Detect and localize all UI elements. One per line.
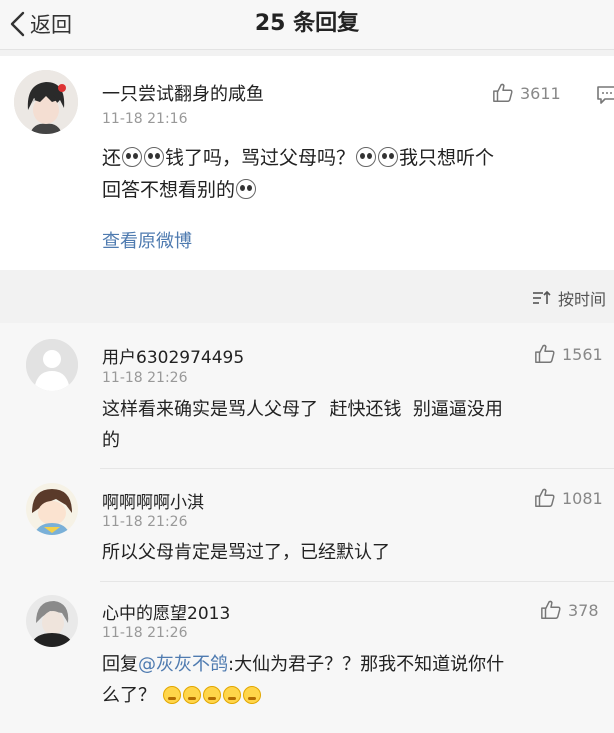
emoji-icon — [144, 147, 165, 167]
like-button[interactable]: 1081 — [534, 487, 603, 509]
timestamp: 11-18 21:26 — [102, 370, 188, 386]
emoji-icon — [162, 686, 181, 704]
like-count: 1561 — [562, 344, 603, 364]
mention-link[interactable]: @灰灰不鸽 — [138, 654, 228, 675]
text-part: 还 — [102, 147, 122, 169]
avatar[interactable] — [26, 595, 78, 647]
thumbs-up-icon — [493, 83, 513, 102]
emoji-icon — [222, 686, 241, 704]
emoji-icon — [202, 686, 221, 704]
username[interactable]: 用户6302974495 — [102, 343, 244, 368]
avatar[interactable] — [14, 70, 78, 134]
text-part: 回答不想看别的 — [102, 179, 236, 201]
divider — [100, 468, 614, 469]
username[interactable]: 一只尝试翻身的咸鱼 — [102, 80, 264, 106]
avatar[interactable] — [26, 339, 78, 391]
emoji-icon — [236, 179, 257, 199]
thumbs-up-icon — [541, 600, 561, 619]
text-part: 我只想听个 — [399, 147, 495, 169]
username[interactable]: 啊啊啊啊小淇 — [102, 488, 204, 513]
reply-text: 回复@灰灰不鸽:大仙为君子？？那我不知道说你什 么了？ — [102, 649, 602, 711]
page-title: 25 条回复 — [254, 11, 360, 36]
like-count: 3611 — [520, 83, 561, 103]
reply-list: 用户6302974495 11-18 21:26 1561 这样看来确实是骂人父… — [0, 323, 614, 733]
emoji-icon — [122, 147, 143, 167]
like-button[interactable]: 378 — [540, 599, 599, 621]
sort-label: 按时间 — [557, 290, 606, 309]
like-count: 378 — [568, 600, 599, 620]
emoji-icon — [378, 147, 399, 167]
timestamp: 11-18 21:26 — [102, 625, 188, 641]
username[interactable]: 心中的愿望2013 — [102, 599, 230, 624]
sort-icon — [532, 290, 551, 304]
text-line: 这样看来确实是骂人父母了 赶快还钱 别逼逼没用 — [102, 399, 503, 420]
emoji-icon — [356, 147, 377, 167]
comment-icon[interactable] — [596, 85, 614, 105]
nav-bar: 返回 25 条回复 — [0, 0, 614, 50]
text-line: :大仙为君子？？那我不知道说你什 — [228, 654, 505, 675]
view-original-link[interactable]: 查看原微博 — [102, 227, 192, 253]
reply-text: 所以父母肯定是骂过了，已经默认了 — [102, 537, 602, 568]
reply-prefix: 回复 — [102, 654, 138, 675]
main-comment-card: 一只尝试翻身的咸鱼 11-18 21:16 3611 还 钱了吗，骂过父母吗？ 我只… — [0, 56, 614, 270]
emoji-icon — [242, 686, 261, 704]
thumbs-up-icon — [535, 344, 555, 363]
text-line: 所以父母肯定是骂过了，已经默认了 — [102, 542, 390, 563]
like-button[interactable]: 3611 — [492, 82, 561, 104]
timestamp: 11-18 21:16 — [102, 111, 188, 127]
text-line: 么了？ — [102, 685, 156, 706]
emoji-icon — [182, 686, 201, 704]
timestamp: 11-18 21:26 — [102, 514, 188, 530]
text-part: 钱了吗，骂过父母吗？ — [165, 147, 356, 169]
text-line: 的 — [102, 430, 120, 451]
reply-text: 这样看来确实是骂人父母了 赶快还钱 别逼逼没用 的 — [102, 394, 602, 456]
like-button[interactable]: 1561 — [534, 343, 603, 365]
avatar[interactable] — [26, 483, 78, 535]
comment-text: 还 钱了吗，骂过父母吗？ 我只想听个 回答不想看别的 — [102, 142, 602, 206]
thumbs-up-icon — [535, 488, 555, 507]
like-count: 1081 — [562, 488, 603, 508]
divider — [100, 581, 614, 582]
sort-by-time-button[interactable]: 按时间 — [532, 286, 606, 310]
